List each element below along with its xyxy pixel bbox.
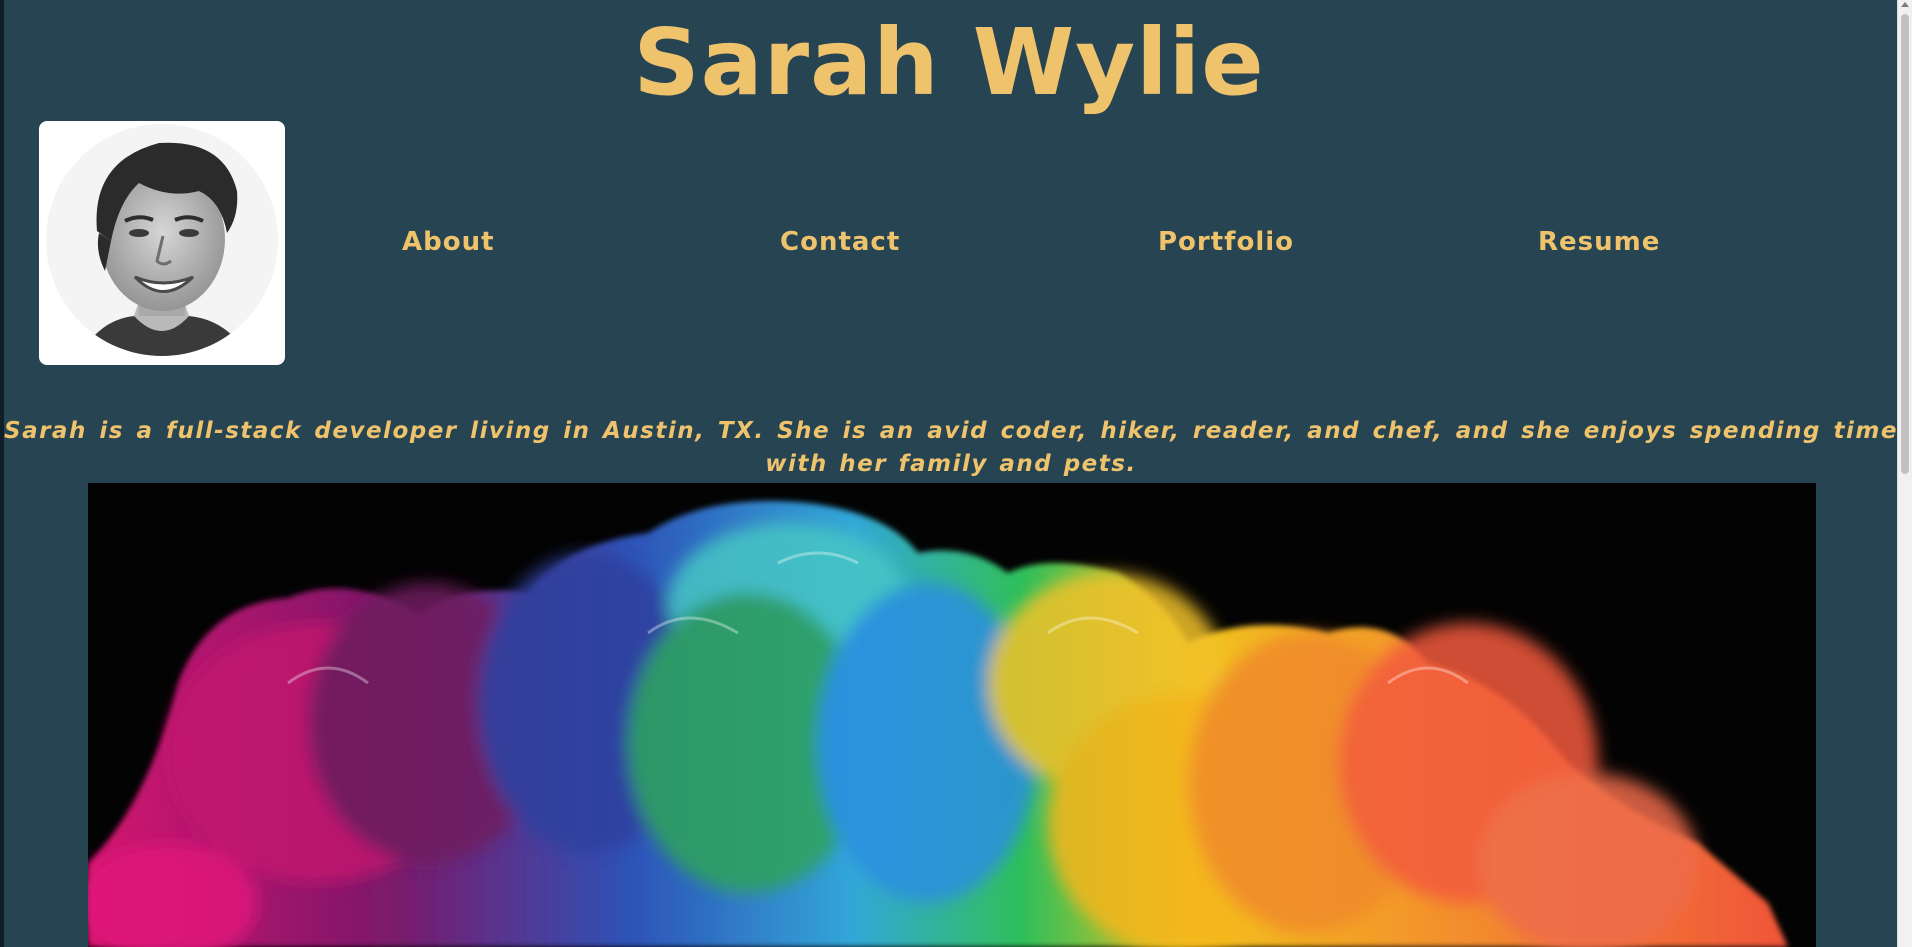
bio-text: Sarah is a full-stack developer living i… [4,418,1898,477]
scrollbar-thumb[interactable] [1901,14,1909,474]
nav-link-resume[interactable]: Resume [1538,224,1660,260]
avatar [39,121,285,365]
ink-cloud-illustration [88,483,1816,947]
nav-link-portfolio[interactable]: Portfolio [1158,224,1294,260]
page-scrollbar[interactable] [1897,0,1912,947]
nav-link-about[interactable]: About [402,224,495,260]
avatar-photo [46,124,278,356]
hero-image [88,483,1816,947]
nav-link-contact[interactable]: Contact [780,224,900,260]
scroll-up-arrow-icon[interactable] [1901,2,1909,7]
site-title: Sarah Wylie [633,9,1265,116]
